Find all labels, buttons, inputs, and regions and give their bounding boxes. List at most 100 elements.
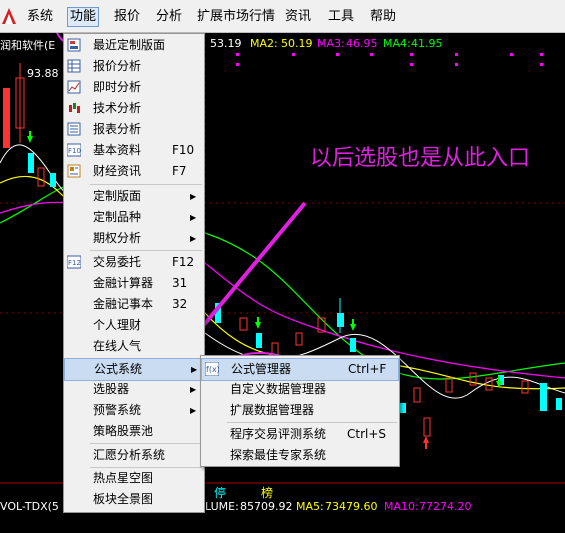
menu-item-label: 基本资料 <box>93 143 142 157</box>
submenu-item-label: 扩展数据管理器 <box>230 403 315 417</box>
menu-item-label: 公式系统 <box>94 362 143 376</box>
svg-text:f(x): f(x) <box>206 365 219 374</box>
tag-list: 榜 <box>261 486 274 500</box>
layout-icon <box>67 38 81 52</box>
submenu-arrow-icon: ▶ <box>190 192 197 201</box>
ma3-value: 46.95 <box>346 37 378 50</box>
submenu-arrow-icon: ▶ <box>190 213 197 222</box>
menu-help[interactable]: 帮助 <box>368 8 398 26</box>
shortcut-label: 32 <box>172 297 188 311</box>
menu-item-quote-analysis[interactable]: 报价分析 <box>64 56 204 77</box>
menu-item-technical-analysis[interactable]: 技术分析 <box>64 98 204 119</box>
menu-item-label: 报表分析 <box>93 122 142 136</box>
submenu-item-label: 探索最佳专家系统 <box>230 448 327 462</box>
menu-system[interactable]: 系统 <box>25 8 55 26</box>
menu-item-huiyuan-analysis[interactable]: 汇愿分析系统 <box>64 445 204 466</box>
menu-item-recent-layout[interactable]: 最近定制版面 <box>64 35 204 56</box>
menu-function[interactable]: 功能 <box>67 7 100 27</box>
menu-item-sector-panorama[interactable]: 板块全景图 <box>64 489 204 510</box>
submenu-arrow-icon: ▶ <box>190 234 197 243</box>
submenu-arrow-icon: ▶ <box>190 385 197 394</box>
menu-item-finance-news[interactable]: 财经资讯 F7 <box>64 161 204 182</box>
menu-item-label: 热点星空图 <box>93 471 154 485</box>
f12-icon: F12 <box>67 255 81 269</box>
menu-item-label: 个人理财 <box>93 318 142 332</box>
tag-stop: 停 <box>214 486 227 500</box>
menu-quote[interactable]: 报价 <box>112 8 142 26</box>
shortcut-label: F12 <box>172 255 195 269</box>
menu-item-online-popularity[interactable]: 在线人气 <box>64 336 204 357</box>
shortcut-label: 31 <box>172 276 188 290</box>
menu-item-label: 金融记事本 <box>93 297 154 311</box>
menu-item-label: 板块全景图 <box>93 492 154 506</box>
svg-text:F10: F10 <box>68 147 81 155</box>
ma1-value: 53.19 <box>210 37 242 50</box>
submenu-item-label: 自定义数据管理器 <box>230 382 327 396</box>
volume-label: LUME: <box>205 500 239 513</box>
submenu-item-extended-data-manager[interactable]: 扩展数据管理器 <box>201 400 399 421</box>
menu-item-stock-screener[interactable]: 选股器 ▶ <box>64 379 204 400</box>
submenu-item-label: 公式管理器 <box>231 362 292 376</box>
volume-indicator-name: VOL-TDX(5 <box>0 500 59 513</box>
submenu-item-custom-data-manager[interactable]: 自定义数据管理器 <box>201 379 399 400</box>
submenu-item-program-trade-eval[interactable]: 程序交易评测系统 Ctrl+S <box>201 424 399 445</box>
menu-item-personal-finance[interactable]: 个人理财 <box>64 315 204 336</box>
menu-item-calculator[interactable]: 金融计算器 31 <box>64 273 204 294</box>
menu-tools[interactable]: 工具 <box>326 8 356 26</box>
menu-item-realtime-analysis[interactable]: 即时分析 <box>64 77 204 98</box>
submenu-item-explore-expert-system[interactable]: 探索最佳专家系统 <box>201 445 399 466</box>
menu-item-alert-system[interactable]: 预警系统 ▶ <box>64 400 204 421</box>
table-icon <box>67 122 81 136</box>
submenu-arrow-icon: ▶ <box>190 406 197 415</box>
high-price-label: 93.88 <box>27 67 59 80</box>
submenu-item-formula-manager[interactable]: f(x) 公式管理器 Ctrl+F <box>201 358 399 381</box>
menu-item-label: 定制品种 <box>93 210 142 224</box>
menu-item-label: 在线人气 <box>93 339 142 353</box>
svg-text:F12: F12 <box>68 259 81 267</box>
shortcut-label: Ctrl+F <box>348 362 387 376</box>
ma5-value: 73479.60 <box>325 500 378 513</box>
menu-item-label: 金融计算器 <box>93 276 154 290</box>
formula-icon: f(x) <box>205 362 219 376</box>
menu-item-label: 汇愿分析系统 <box>93 448 166 462</box>
menu-item-label: 财经资讯 <box>93 164 142 178</box>
menu-item-option-analysis[interactable]: 期权分析 ▶ <box>64 228 204 249</box>
menu-item-label: 最近定制版面 <box>93 38 166 52</box>
menu-item-formula-system[interactable]: 公式系统 ▶ <box>64 358 204 381</box>
menu-item-label: 定制版面 <box>93 189 142 203</box>
formula-submenu: f(x) 公式管理器 Ctrl+F 自定义数据管理器 扩展数据管理器 程序交易评… <box>200 355 400 467</box>
shortcut-label: F7 <box>172 164 187 178</box>
stock-title: 润和软件(E <box>0 39 56 52</box>
menubar: 系统 功能 报价 分析 扩展市场行情 资讯 工具 帮助 <box>0 0 565 33</box>
ma10-label: MA10: <box>384 500 419 513</box>
ma10-value: 77274.20 <box>419 500 472 513</box>
shortcut-label: F10 <box>172 143 195 157</box>
menu-analysis[interactable]: 分析 <box>154 8 184 26</box>
ma4-label: MA4: <box>383 37 411 50</box>
shortcut-label: Ctrl+S <box>347 427 387 441</box>
news-icon <box>67 164 81 178</box>
menu-item-trade-order[interactable]: F12 交易委托 F12 <box>64 252 204 273</box>
menu-news[interactable]: 资讯 <box>283 8 313 26</box>
menu-item-hotspot-map[interactable]: 热点星空图 <box>64 468 204 489</box>
line-chart-icon <box>67 80 81 94</box>
menu-item-basic-info[interactable]: F10 基本资料 F10 <box>64 140 204 161</box>
menu-item-label: 策略股票池 <box>93 424 154 438</box>
submenu-item-label: 程序交易评测系统 <box>230 427 327 441</box>
menu-item-report-analysis[interactable]: 报表分析 <box>64 119 204 140</box>
menu-item-custom-layout[interactable]: 定制版面 ▶ <box>64 186 204 207</box>
menu-separator <box>90 184 202 185</box>
menu-item-strategy-pool[interactable]: 策略股票池 <box>64 421 204 442</box>
menu-extended-market[interactable]: 扩展市场行情 <box>195 8 277 26</box>
menu-separator <box>90 443 202 444</box>
ma5-label: MA5: <box>296 500 324 513</box>
menu-item-label: 即时分析 <box>93 80 142 94</box>
menu-item-label: 交易委托 <box>93 255 142 269</box>
app-logo-icon <box>2 8 16 24</box>
menu-item-label: 选股器 <box>93 382 130 396</box>
menu-separator <box>90 250 202 251</box>
menu-item-label: 报价分析 <box>93 59 142 73</box>
menu-item-notebook[interactable]: 金融记事本 32 <box>64 294 204 315</box>
menu-item-custom-variety[interactable]: 定制品种 ▶ <box>64 207 204 228</box>
candlestick-icon <box>69 103 80 113</box>
